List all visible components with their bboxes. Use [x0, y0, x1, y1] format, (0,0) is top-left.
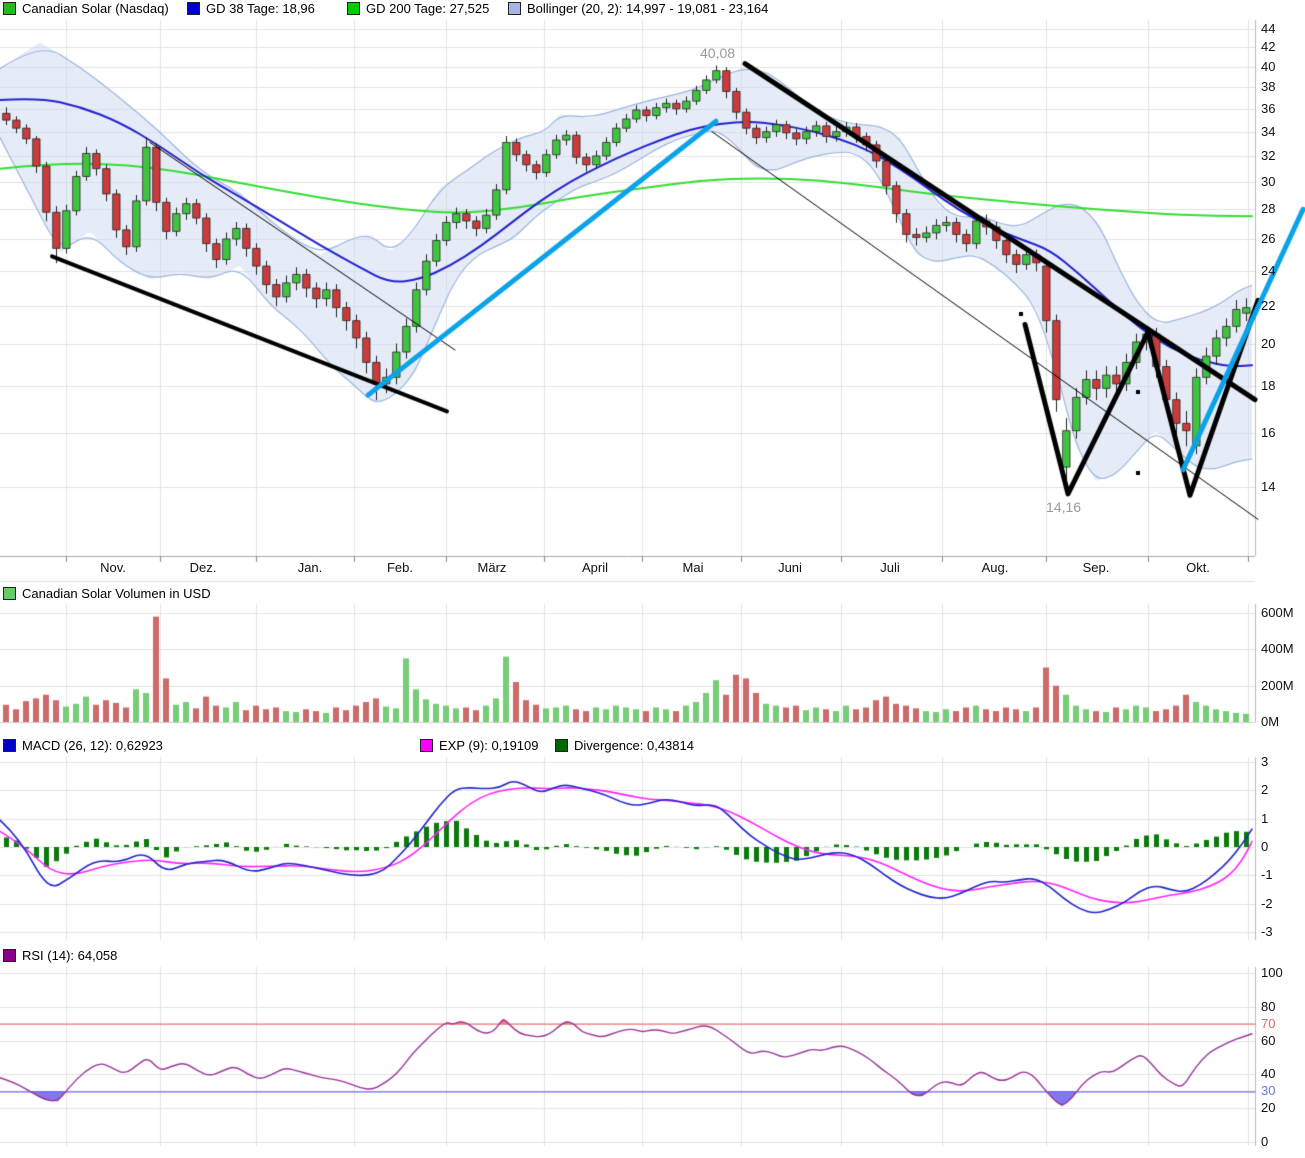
- rsi-axis-tick: 70: [1261, 1015, 1276, 1031]
- price-axis-tick: 44: [1261, 20, 1276, 36]
- rsi-axis-tick: 30: [1261, 1083, 1276, 1099]
- series-swatch-icon: [420, 739, 433, 752]
- price-axis-tick: 22: [1261, 297, 1276, 313]
- rsi-axis-tick: 80: [1261, 998, 1276, 1014]
- x-axis-month-label: Dez.: [189, 560, 217, 575]
- volume-axis-tick: 400M: [1261, 641, 1294, 657]
- series-label: GD 38 Tage: 18,96: [206, 1, 315, 16]
- price-axis-tick: 40: [1261, 58, 1276, 74]
- x-axis-month-label: Aug.: [981, 560, 1009, 575]
- price-axis-tick: 36: [1261, 100, 1276, 116]
- x-axis-month-label: Juni: [778, 560, 802, 575]
- price-axis-tick: 18: [1261, 378, 1276, 394]
- volume-axis-tick: 600M: [1261, 605, 1294, 620]
- series-label: Bollinger (20, 2): 14,997 - 19,081 - 23,…: [527, 1, 769, 16]
- rsi-axis-tick: 0: [1261, 1134, 1269, 1149]
- legend-item: RSI (14): 64,058: [3, 948, 117, 963]
- price-axis-tick: 28: [1261, 201, 1276, 217]
- series-label: Divergence: 0,43814: [574, 738, 694, 753]
- macd-axis-tick: 0: [1261, 839, 1269, 854]
- series-label: Canadian Solar (Nasdaq): [22, 1, 169, 16]
- price-axis-tick: 32: [1261, 147, 1276, 163]
- legend-item: Canadian Solar Volumen in USD: [3, 586, 211, 601]
- price-axis-tick: 34: [1261, 123, 1276, 139]
- series-swatch-icon: [3, 587, 16, 600]
- series-swatch-icon: [555, 739, 568, 752]
- macd-axis-tick: -1: [1261, 867, 1273, 883]
- series-swatch-icon: [3, 949, 16, 962]
- price-low-annotation: 14,16: [1046, 499, 1082, 515]
- rsi-axis-tick: 100: [1261, 965, 1283, 980]
- series-swatch-icon: [3, 2, 16, 15]
- series-label: Canadian Solar Volumen in USD: [22, 586, 211, 601]
- rsi-axis-tick: 20: [1261, 1100, 1276, 1116]
- price-axis-tick: 24: [1261, 263, 1276, 279]
- volume-axis-tick: 0M: [1261, 714, 1280, 729]
- x-axis-month-label: Feb.: [386, 560, 413, 575]
- x-axis-month-label: Nov.: [100, 560, 126, 575]
- macd-axis-tick: 1: [1261, 810, 1269, 826]
- legend-item: GD 200 Tage: 27,525: [347, 1, 489, 16]
- x-axis-month-label: Sep.: [1082, 560, 1110, 575]
- rsi-axis-tick: 40: [1261, 1066, 1276, 1082]
- series-swatch-icon: [347, 2, 360, 15]
- macd-axis-tick: 2: [1261, 782, 1269, 798]
- series-label: RSI (14): 64,058: [22, 948, 118, 963]
- series-label: GD 200 Tage: 27,525: [366, 1, 490, 16]
- x-axis-month-label: Jan.: [297, 560, 323, 575]
- x-axis-month-label: Okt.: [1186, 560, 1210, 575]
- volume-axis-tick: 200M: [1261, 677, 1294, 693]
- series-label: EXP (9): 0,19109: [439, 738, 539, 753]
- legend-item: EXP (9): 0,19109: [420, 738, 539, 753]
- legend-item: Divergence: 0,43814: [555, 738, 694, 753]
- legend-item: Canadian Solar (Nasdaq): [3, 1, 169, 16]
- series-label: MACD (26, 12): 0,62923: [22, 738, 163, 753]
- price-high-annotation: 40,08: [700, 45, 736, 61]
- stock-chart-page: Canadian Solar (Nasdaq) GD 38 Tage: 18,9…: [0, 0, 1305, 1158]
- x-axis-month-label: April: [581, 560, 608, 575]
- price-axis-tick: 30: [1261, 173, 1276, 189]
- x-axis-month-label: Juli: [880, 560, 900, 575]
- legend-item: GD 38 Tage: 18,96: [187, 1, 315, 16]
- price-axis-tick: 26: [1261, 231, 1276, 246]
- price-axis-tick: 42: [1261, 39, 1276, 55]
- price-axis-tick: 38: [1261, 79, 1276, 95]
- macd-axis-tick: -3: [1261, 923, 1273, 939]
- price-axis-tick: 20: [1261, 335, 1276, 351]
- macd-axis-tick: -2: [1261, 895, 1273, 911]
- series-swatch-icon: [508, 2, 521, 15]
- series-swatch-icon: [3, 739, 16, 752]
- series-swatch-icon: [187, 2, 200, 15]
- x-axis-month-label: Mai: [682, 560, 704, 575]
- x-axis-month-label: März: [477, 560, 507, 575]
- legend-item: Bollinger (20, 2): 14,997 - 19,081 - 23,…: [508, 1, 768, 16]
- macd-axis-tick: 3: [1261, 754, 1269, 769]
- price-axis-tick: 14: [1261, 478, 1276, 494]
- legend-item: MACD (26, 12): 0,62923: [3, 738, 163, 753]
- rsi-axis-tick: 60: [1261, 1032, 1276, 1048]
- price-axis-tick: 16: [1261, 425, 1276, 441]
- chart-canvas: [0, 0, 1305, 1158]
